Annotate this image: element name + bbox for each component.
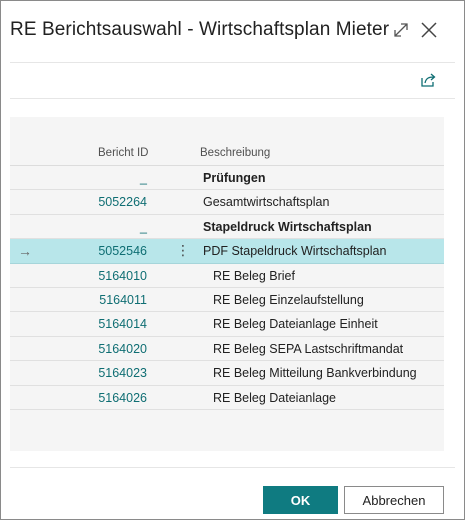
report-id-cell: _	[140, 219, 147, 234]
description-cell: Gesamtwirtschaftsplan	[203, 195, 330, 210]
table-row[interactable]: 5164011 RE Beleg Einzelaufstellung	[10, 288, 444, 313]
toolbar-divider	[10, 98, 455, 99]
table-row[interactable]: 5052264 Gesamtwirtschaftsplan	[10, 190, 444, 215]
description-cell: RE Beleg Mitteilung Bankverbindung	[213, 366, 417, 381]
report-id-cell[interactable]: 5164023	[98, 366, 147, 380]
report-id-cell[interactable]: 5164014	[98, 317, 147, 331]
report-id-cell[interactable]: 5164010	[98, 269, 147, 283]
table-row[interactable]: 5164023 RE Beleg Mitteilung Bankverbindun…	[10, 361, 444, 386]
table-row[interactable]: 5164014 RE Beleg Dateianlage Einheit	[10, 312, 444, 337]
share-icon[interactable]	[420, 72, 437, 88]
report-id-cell[interactable]: 5164020	[98, 342, 147, 356]
description-cell: RE Beleg Brief	[213, 268, 295, 283]
dialog-title: RE Berichtsauswahl - Wirtschaftsplan Mie…	[10, 19, 390, 40]
table-row[interactable]: _ Stapeldruck Wirtschaftsplan	[10, 215, 444, 240]
report-selection-dialog: RE Berichtsauswahl - Wirtschaftsplan Mie…	[0, 0, 465, 520]
footer-divider	[10, 467, 455, 468]
ok-button[interactable]: OK	[263, 486, 338, 514]
table-row[interactable]: 5164026 RE Beleg Dateianlage	[10, 386, 444, 410]
description-cell: Prüfungen	[203, 171, 266, 185]
column-header-report-id[interactable]: Bericht ID	[98, 147, 149, 159]
report-id-cell: _	[140, 171, 147, 185]
table-row[interactable]: 5164010 RE Beleg Brief	[10, 264, 444, 288]
description-cell: RE Beleg Einzelaufstellung	[213, 292, 364, 307]
header-divider	[10, 62, 455, 63]
description-cell: PDF Stapeldruck Wirtschaftsplan	[203, 244, 387, 259]
table-row[interactable]: → 5052546 ⋮ PDF Stapeldruck Wirtschaftsplan	[10, 239, 444, 264]
description-cell: RE Beleg SEPA Lastschriftmandat	[213, 341, 404, 356]
table-row[interactable]: _ Prüfungen	[10, 166, 444, 191]
description-cell: RE Beleg Dateianlage	[213, 390, 336, 405]
description-cell: RE Beleg Dateianlage Einheit	[213, 317, 378, 332]
description-cell: Stapeldruck Wirtschaftsplan	[203, 219, 372, 234]
cancel-button[interactable]: Abbrechen	[344, 486, 444, 514]
report-id-cell[interactable]: 5164011	[99, 293, 147, 307]
table-row[interactable]: 5164020 RE Beleg SEPA Lastschriftmandat	[10, 337, 444, 362]
close-icon[interactable]	[420, 21, 438, 39]
column-header-description[interactable]: Beschreibung	[200, 147, 270, 159]
report-id-cell[interactable]: 5052546	[98, 244, 147, 258]
expand-icon[interactable]	[392, 21, 410, 39]
report-list: Bericht ID Beschreibung _ Prüfungen 505226…	[10, 117, 444, 451]
list-rows: _ Prüfungen 5052264 Gesamtwirtschaftsplan _ S…	[10, 166, 444, 410]
report-id-cell[interactable]: 5052264	[98, 195, 147, 209]
row-arrow-icon: →	[18, 243, 32, 260]
report-id-cell[interactable]: 5164026	[98, 391, 147, 405]
row-menu-icon[interactable]: ⋮	[176, 242, 190, 259]
